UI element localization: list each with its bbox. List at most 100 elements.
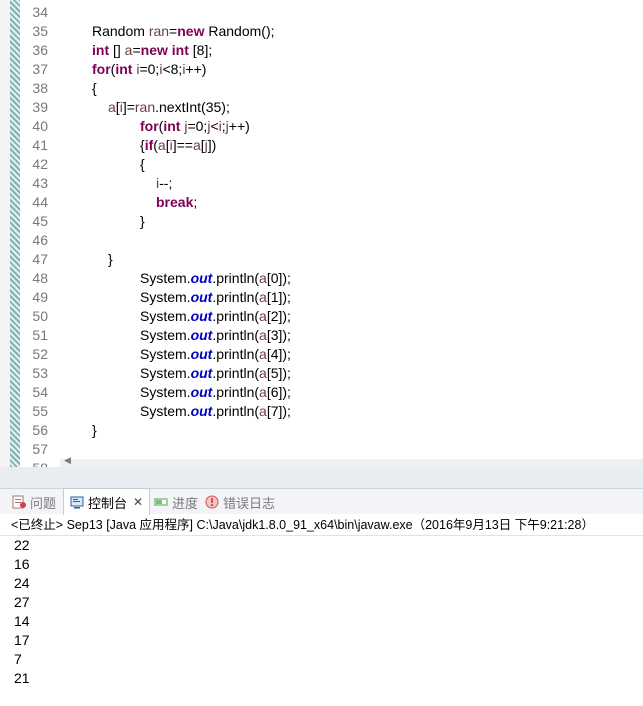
- code-token: a: [259, 346, 267, 362]
- code-line[interactable]: 37 for(int i=0;i<8;i++): [0, 60, 643, 79]
- console-output-line: 14: [14, 613, 30, 629]
- code-token: ]==: [172, 137, 193, 153]
- scroll-left-arrow-icon[interactable]: ◀: [64, 455, 71, 466]
- code-token: System.: [140, 403, 191, 419]
- code-line[interactable]: 34: [0, 3, 643, 22]
- code-line[interactable]: 48 System.out.println(a[0]);: [0, 269, 643, 288]
- code-text: System.out.println(a[5]);: [140, 364, 291, 383]
- code-token: System.: [140, 327, 191, 343]
- code-token: =: [169, 23, 178, 39]
- code-text: a[i]=ran.nextInt(35);: [108, 98, 230, 117]
- horizontal-scrollbar[interactable]: [60, 459, 643, 467]
- code-token: new: [140, 42, 168, 58]
- code-token: ]): [207, 137, 217, 153]
- code-text: }: [92, 421, 97, 440]
- code-lines[interactable]: 34 35 Random ran=new Random(); 36 int [] a=n…: [0, 3, 643, 467]
- code-token: a: [259, 403, 267, 419]
- code-line[interactable]: 46: [0, 231, 643, 250]
- code-token: out: [190, 289, 213, 305]
- code-line[interactable]: 51 System.out.println(a[3]);: [0, 326, 643, 345]
- tab-progress[interactable]: 进度: [154, 489, 198, 515]
- code-text: int [] a=new int [8];: [92, 41, 212, 60]
- code-token: ran: [148, 23, 170, 39]
- code-token: .println(: [212, 270, 260, 286]
- console-status-header: <已终止> Sep13 [Java 应用程序] C:\Java\jdk1.8.0…: [0, 514, 643, 536]
- code-line[interactable]: 52 System.out.println(a[4]);: [0, 345, 643, 364]
- console-output-line: 17: [14, 632, 30, 648]
- code-token: new: [177, 23, 205, 39]
- code-line[interactable]: 49 System.out.println(a[1]);: [0, 288, 643, 307]
- code-token: ]=: [122, 99, 135, 115]
- code-line[interactable]: 45}: [0, 212, 643, 231]
- code-line[interactable]: 35 Random ran=new Random();: [0, 22, 643, 41]
- code-token: ++): [185, 61, 207, 77]
- console-output[interactable]: 22 16 24 27 14 17 7 21: [14, 536, 30, 688]
- code-token: ran: [134, 99, 156, 115]
- line-number: 52: [32, 346, 48, 362]
- code-token: [5]);: [266, 365, 291, 381]
- code-token: if: [144, 137, 154, 153]
- code-text: System.out.println(a[7]);: [140, 402, 291, 421]
- tab-error-log[interactable]: 错误日志: [205, 489, 275, 515]
- line-number: 34: [32, 4, 48, 20]
- code-token: =: [132, 42, 141, 58]
- console-output-line: 27: [14, 594, 30, 610]
- code-token: [0]);: [266, 270, 291, 286]
- code-token: out: [190, 365, 213, 381]
- code-token: out: [190, 308, 213, 324]
- code-token: .println(: [212, 365, 260, 381]
- code-editor[interactable]: 34 35 Random ran=new Random(); 36 int [] a=n…: [0, 0, 643, 467]
- code-line[interactable]: 39 a[i]=ran.nextInt(35);: [0, 98, 643, 117]
- code-line[interactable]: 47}: [0, 250, 643, 269]
- code-line[interactable]: 54 System.out.println(a[6]);: [0, 383, 643, 402]
- tab-problems[interactable]: 问题: [12, 489, 56, 515]
- code-text: for(int i=0;i<8;i++): [92, 60, 206, 79]
- code-token: .println(: [212, 327, 260, 343]
- console-output-line: 22: [14, 537, 30, 553]
- code-line[interactable]: 41 {if(a[i]==a[j]): [0, 136, 643, 155]
- line-number: 38: [32, 80, 48, 96]
- code-token: [7]);: [266, 403, 291, 419]
- error-log-icon: [205, 495, 219, 509]
- line-number: 36: [32, 42, 48, 58]
- code-token: [3]);: [266, 327, 291, 343]
- code-line[interactable]: 40 for(int j=0;j<i;j++): [0, 117, 643, 136]
- line-number: 47: [32, 251, 48, 267]
- code-line[interactable]: 38 {: [0, 79, 643, 98]
- code-text: Random ran=new Random();: [92, 22, 275, 41]
- console-tab-bar: 问题 控制台 ✕ 进度 错误日志: [0, 488, 643, 515]
- code-line[interactable]: 36 int [] a=new int [8];: [0, 41, 643, 60]
- code-line[interactable]: 50 System.out.println(a[2]);: [0, 307, 643, 326]
- code-token: ;: [193, 194, 198, 210]
- tab-progress-label: 进度: [172, 495, 199, 511]
- code-token: for: [140, 118, 159, 134]
- code-token: int: [171, 42, 189, 58]
- code-token: --;: [159, 175, 173, 191]
- line-number: 40: [32, 118, 48, 134]
- line-number: 48: [32, 270, 48, 286]
- code-token: a: [192, 137, 201, 153]
- code-token: out: [190, 270, 213, 286]
- tab-console[interactable]: 控制台 ✕: [63, 488, 151, 515]
- code-line[interactable]: 43 i--;: [0, 174, 643, 193]
- line-number: 51: [32, 327, 48, 343]
- code-token: a: [259, 384, 267, 400]
- code-token: out: [190, 384, 213, 400]
- code-token: System.: [140, 384, 191, 400]
- code-line[interactable]: 42 {: [0, 155, 643, 174]
- code-line[interactable]: 44 break;: [0, 193, 643, 212]
- tab-error-log-label: 错误日志: [223, 495, 276, 511]
- code-token: [6]);: [266, 384, 291, 400]
- code-line[interactable]: 55 System.out.println(a[7]);: [0, 402, 643, 421]
- code-line[interactable]: 57: [0, 440, 643, 459]
- code-line[interactable]: 56}: [0, 421, 643, 440]
- code-token: Random: [92, 23, 149, 39]
- view-splitter[interactable]: [0, 467, 643, 488]
- code-text: System.out.println(a[0]);: [140, 269, 291, 288]
- code-line[interactable]: 53 System.out.println(a[5]);: [0, 364, 643, 383]
- code-text: System.out.println(a[6]);: [140, 383, 291, 402]
- close-icon[interactable]: ✕: [133, 495, 143, 509]
- line-number: 44: [32, 194, 48, 210]
- line-number: 39: [32, 99, 48, 115]
- code-text: System.out.println(a[1]);: [140, 288, 291, 307]
